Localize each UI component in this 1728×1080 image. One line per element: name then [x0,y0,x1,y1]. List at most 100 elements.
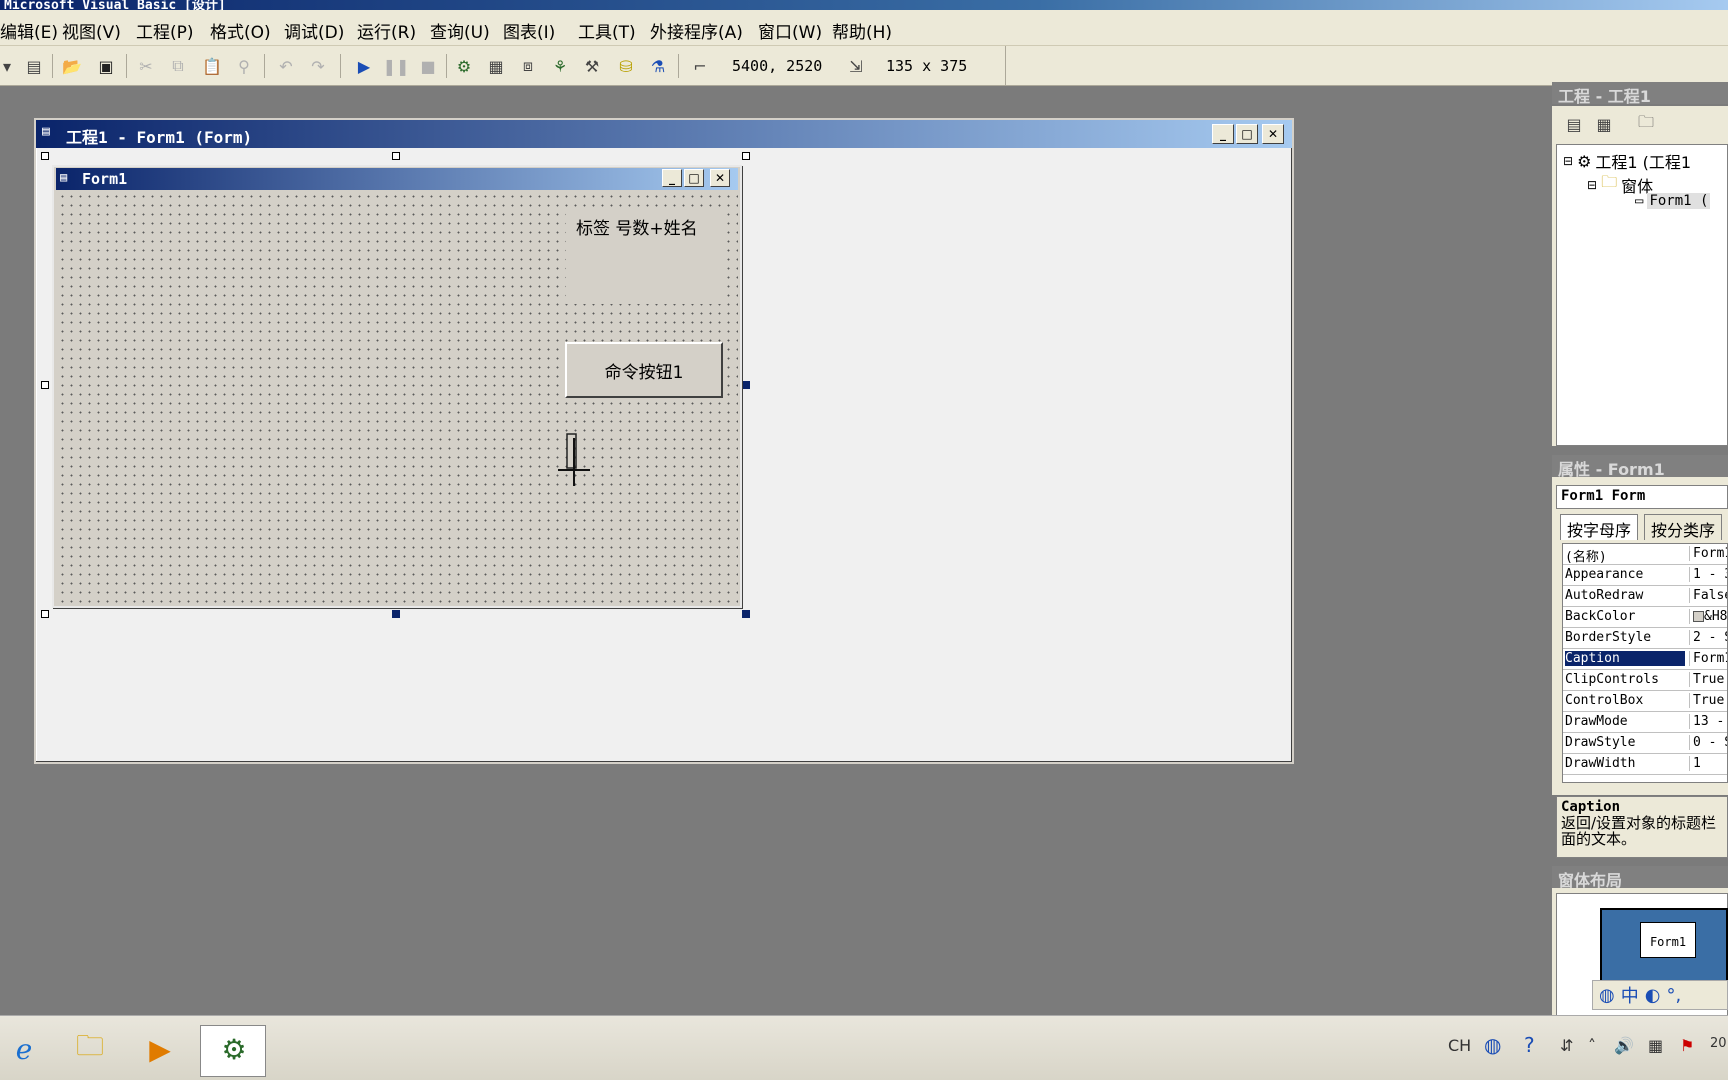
resize-handle[interactable] [392,610,400,618]
ie-browser-icon[interactable]: ℯ [0,1027,48,1071]
menu-debug[interactable]: 调试(D) [284,18,344,43]
toolbar-separator [126,54,127,78]
property-row[interactable]: DrawMode 13 - [1563,712,1727,733]
form-designer-title-bar[interactable]: ▤ 工程1 - Form1 (Form) _ □ ✕ [36,120,1292,148]
app-title: Microsoft Visual Basic [设计] [4,0,226,10]
minimize-button[interactable]: _ [1212,124,1234,144]
form1-title: Form1 [82,170,128,188]
network-status-icon[interactable]: ▦ [1648,1036,1663,1055]
menu-addins[interactable]: 外接程序(A) [650,18,743,43]
menu-run[interactable]: 运行(R) [357,18,416,43]
app-title-bar: Microsoft Visual Basic [设计] [0,0,1728,10]
project-explorer-icon[interactable]: ⚙ [452,54,476,78]
show-hidden-icons-icon[interactable]: ˄ [1588,1036,1596,1055]
maximize-button[interactable]: □ [1236,124,1258,144]
language-indicator[interactable]: CH [1448,1036,1471,1055]
property-row[interactable]: ControlBox True [1563,691,1727,712]
action-center-icon[interactable]: ⚑ [1680,1036,1694,1055]
property-row[interactable]: (名称)Form1 [1563,544,1727,565]
network-icon[interactable]: ◍ [1484,1033,1501,1057]
cut-icon[interactable]: ✂ [134,54,158,78]
volume-icon[interactable]: 🔊 [1614,1036,1634,1055]
add-form-icon[interactable]: ▤ [22,54,46,78]
property-row[interactable]: BorderStyle2 - S [1563,628,1727,649]
toggle-folders-icon[interactable]: 🗀 [1634,112,1658,136]
menu-diagram[interactable]: 图表(I) [503,18,555,43]
menu-project[interactable]: 工程(P) [136,18,194,43]
ime-toolbar[interactable]: ◍ 中 ◐ °, [1592,980,1728,1010]
ime-punctuation-icon[interactable]: °, [1666,985,1681,1006]
help-icon[interactable]: ? [1524,1033,1535,1057]
break-icon[interactable]: ❚❚ [383,54,410,78]
tree-form1-item[interactable]: Form1 ( [1647,193,1711,209]
resize-handle[interactable] [41,381,49,389]
position-readout: 5400, 2520 [732,57,823,75]
data-view-icon[interactable]: ⛁ [614,54,638,78]
toolbar-separator [446,54,447,78]
resize-handle[interactable] [392,152,400,160]
property-row[interactable]: Appearance1 - 3 [1563,565,1727,586]
layout-form-preview[interactable]: Form1 [1640,922,1696,958]
resize-handle[interactable] [742,152,750,160]
menu-bar: 编辑(E) 视图(V) 工程(P) 格式(O) 调试(D) 运行(R) 查询(U… [0,10,1728,46]
command-button-control[interactable]: 命令按钮1 [565,342,723,398]
label-control[interactable]: 标签 号数+姓名 [566,208,722,304]
menu-window[interactable]: 窗口(W) [758,18,822,43]
view-object-icon[interactable]: ▦ [1592,112,1616,136]
dropdown-arrow-icon[interactable]: ▾ [0,54,14,78]
resize-handle[interactable] [41,152,49,160]
file-explorer-icon[interactable]: 🗀 [66,1027,114,1071]
menu-query[interactable]: 查询(U) [430,18,490,43]
property-description-text: 返回/设置对象的标题栏面的文本。 [1561,814,1717,848]
tab-alphabetic[interactable]: 按字母序 [1560,514,1639,540]
start-icon[interactable]: ▶ [352,54,376,78]
object-browser-icon[interactable]: ⚘ [548,54,572,78]
end-icon[interactable]: ■ [416,54,440,78]
menu-help[interactable]: 帮助(H) [832,18,892,43]
undo-icon[interactable]: ↶ [274,54,298,78]
resize-handle[interactable] [742,610,750,618]
position-icon: ⌐ [693,56,707,76]
form-layout-icon[interactable]: ⧈ [516,54,540,78]
save-project-icon[interactable]: ▣ [94,54,118,78]
redo-icon[interactable]: ↷ [306,54,330,78]
properties-title: 属性 - Form1 [1552,455,1728,477]
color-swatch [1693,611,1704,622]
tree-project-root[interactable]: 工程1 (工程1 [1595,149,1691,173]
component-manager-icon[interactable]: ⚗ [646,54,670,78]
form1-title-bar: ▤ Form1 _ □ ✕ [56,168,738,190]
object-selector[interactable]: Form1 Form [1556,485,1728,509]
menu-view[interactable]: 视图(V) [62,18,121,43]
collapse-icon[interactable]: ⊟ [1587,178,1597,192]
toolbox-icon[interactable]: ⚒ [580,54,604,78]
properties-window-icon[interactable]: ▦ [484,54,508,78]
menu-format[interactable]: 格式(O) [210,18,271,43]
paste-icon[interactable]: 📋 [200,54,224,78]
view-code-icon[interactable]: ▤ [1562,112,1586,136]
resize-handle[interactable] [742,381,750,389]
project-icon: ⚙ [1577,151,1592,171]
keyboard-icon[interactable]: ⇵ [1560,1036,1573,1055]
ime-halfwidth-icon[interactable]: ◐ [1645,985,1661,1006]
ime-chinese-mode-icon[interactable]: 中 [1621,982,1639,1008]
property-row[interactable]: DrawStyle0 - S [1563,733,1727,754]
form-designer-title: 工程1 - Form1 (Form) [66,128,253,147]
standard-toolbar: ▾ ▤ 📂 ▣ ✂ ⧉ 📋 ⚲ ↶ ↷ ▶ ❚❚ ■ ⚙ ▦ ⧈ ⚘ ⚒ ⛁ ⚗… [0,46,1005,86]
toolbar-separator [678,54,679,78]
clock[interactable]: 20 [1710,1036,1727,1051]
property-row[interactable]: BackColor &H8 [1563,607,1727,628]
menu-tools[interactable]: 工具(T) [578,18,636,43]
resize-handle[interactable] [41,610,49,618]
find-icon[interactable]: ⚲ [232,54,256,78]
collapse-icon[interactable]: ⊟ [1563,154,1573,168]
menu-edit[interactable]: 编辑(E) [0,18,58,43]
property-row[interactable]: DrawWidth 1 [1563,754,1727,775]
property-row-selected[interactable]: CaptionForm1 [1563,649,1727,670]
property-row[interactable]: AutoRedrawFalse [1563,586,1727,607]
open-project-icon[interactable]: 📂 [60,54,84,78]
tab-categorized[interactable]: 按分类序 [1644,514,1723,540]
media-player-icon[interactable]: ▶ [136,1027,184,1071]
property-row[interactable]: ClipControls True [1563,670,1727,691]
copy-icon[interactable]: ⧉ [166,54,190,78]
close-button[interactable]: ✕ [1262,124,1284,144]
